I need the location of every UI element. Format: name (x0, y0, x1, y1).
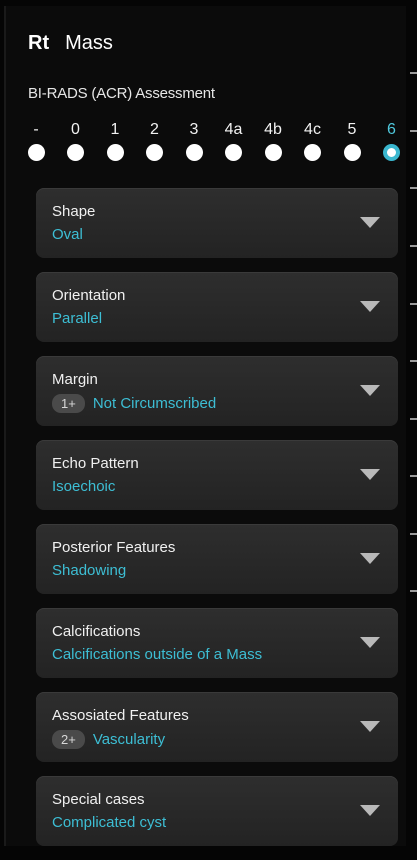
descriptor-value: Isoechoic (52, 478, 116, 495)
descriptor-title: Calcifications (52, 623, 141, 640)
ruler-tick (410, 475, 417, 477)
ruler-tick (410, 245, 417, 247)
descriptor-dropdown-echo-pattern[interactable]: Echo Pattern Isoechoic (36, 440, 398, 510)
birads-option-none[interactable]: - (21, 120, 51, 161)
birads-option-5[interactable]: 5 (337, 120, 367, 161)
birads-option-label: 3 (189, 121, 199, 138)
descriptor-value: Shadowing (52, 562, 127, 579)
ruler-tick (410, 360, 417, 362)
birads-option-label: 5 (347, 121, 357, 138)
birads-radio-dot[interactable] (106, 144, 124, 161)
descriptor-dropdown-shape[interactable]: Shape Oval (36, 188, 398, 258)
descriptor-dropdown-margin[interactable]: Margin 1+ Not Circumscribed (36, 356, 398, 426)
descriptor-value: Not Circumscribed (92, 395, 217, 412)
descriptor-title: Posterior Features (52, 539, 176, 556)
birads-option-label: 4b (264, 121, 282, 138)
birads-option-label: 4c (304, 121, 321, 138)
ruler-tick (410, 187, 417, 189)
count-badge: 1+ (52, 394, 85, 413)
birads-option-1[interactable]: 1 (100, 120, 130, 161)
birads-option-6[interactable]: 6 (377, 120, 407, 161)
descriptor-value: Oval (52, 226, 83, 243)
descriptor-dropdown-assosiated-features[interactable]: Assosiated Features 2+ Vascularity (36, 692, 398, 762)
birads-radio-dot[interactable] (27, 144, 45, 161)
descriptor-list: Shape Oval Orientation Parallel Margin 1+ Not … (36, 188, 398, 860)
descriptor-title: Assosiated Features (52, 707, 189, 724)
side-label: Rt (28, 32, 50, 54)
descriptor-value-row: Shadowing (52, 562, 126, 579)
birads-option-label: 1 (110, 121, 120, 138)
birads-radio-dot[interactable] (264, 144, 282, 161)
descriptor-value-row: 1+ Not Circumscribed (52, 394, 216, 413)
chevron-down-icon[interactable] (360, 637, 380, 648)
descriptor-dropdown-calcifications[interactable]: Calcifications Calcifications outside of … (36, 608, 398, 678)
chevron-down-icon[interactable] (360, 217, 380, 228)
chevron-down-icon[interactable] (360, 301, 380, 312)
descriptor-title: Echo Pattern (52, 455, 139, 472)
birads-radio-dot[interactable] (343, 144, 361, 161)
birads-option-3[interactable]: 3 (179, 120, 209, 161)
chevron-down-icon[interactable] (360, 469, 380, 480)
ruler-tick (410, 303, 417, 305)
scroll-ruler (410, 70, 417, 610)
birads-option-4c[interactable]: 4c (298, 120, 328, 161)
descriptor-title: Shape (52, 203, 96, 220)
lesion-type-label: Mass (65, 32, 113, 54)
ruler-tick (410, 72, 417, 74)
birads-option-label: 0 (71, 121, 80, 138)
birads-option-0[interactable]: 0 (61, 120, 91, 161)
ruler-tick (410, 418, 417, 420)
descriptor-value-row: Oval (52, 226, 83, 243)
birads-option-2[interactable]: 2 (140, 120, 170, 161)
birads-option-4a[interactable]: 4a (219, 120, 249, 161)
birads-option-label: - (33, 121, 39, 138)
descriptor-title: Special cases (52, 791, 145, 808)
descriptor-value: Vascularity (92, 731, 166, 748)
chevron-down-icon[interactable] (360, 721, 380, 732)
descriptor-value-row: Calcifications outside of a Mass (52, 646, 262, 663)
descriptor-value-row: Complicated cyst (52, 814, 166, 831)
birads-option-label: 4a (224, 121, 243, 138)
descriptor-value: Complicated cyst (52, 814, 167, 831)
chevron-down-icon[interactable] (360, 805, 380, 816)
descriptor-value: Calcifications outside of a Mass (52, 646, 263, 663)
chevron-down-icon[interactable] (360, 385, 380, 396)
ruler-tick (410, 130, 417, 132)
descriptor-dropdown-posterior-features[interactable]: Posterior Features Shadowing (36, 524, 398, 594)
birads-scale: - 0 1 2 3 4a 4b 4c 5 6 (22, 120, 412, 170)
count-badge: 2+ (52, 730, 85, 749)
birads-radio-dot[interactable] (304, 144, 321, 161)
chevron-down-icon[interactable] (360, 553, 380, 564)
descriptor-dropdown-special-cases[interactable]: Special cases Complicated cyst (36, 776, 398, 846)
descriptor-dropdown-orientation[interactable]: Orientation Parallel (36, 272, 398, 342)
birads-option-4b[interactable]: 4b (258, 120, 288, 161)
birads-radio-dot[interactable] (185, 144, 203, 161)
descriptor-title: Margin (52, 371, 98, 388)
birads-radio-dot[interactable] (225, 144, 242, 161)
descriptor-value-row: 2+ Vascularity (52, 730, 165, 749)
birads-radio-dot[interactable] (67, 144, 84, 161)
ruler-tick (410, 590, 417, 592)
descriptor-value-row: Isoechoic (52, 478, 115, 495)
descriptor-value: Parallel (52, 310, 103, 327)
birads-option-label: 6 (387, 121, 396, 138)
assessment-panel: Rt Mass BI-RADS (ACR) Assessment - 0 1 2 3 4a… (4, 6, 406, 846)
birads-label: BI-RADS (ACR) Assessment (28, 85, 215, 102)
birads-radio-dot[interactable] (146, 144, 163, 161)
ruler-tick (410, 533, 417, 535)
birads-radio-dot[interactable] (383, 144, 400, 161)
panel-header: Rt Mass (28, 32, 113, 55)
birads-option-label: 2 (150, 121, 159, 138)
descriptor-title: Orientation (52, 287, 126, 304)
descriptor-value-row: Parallel (52, 310, 102, 327)
